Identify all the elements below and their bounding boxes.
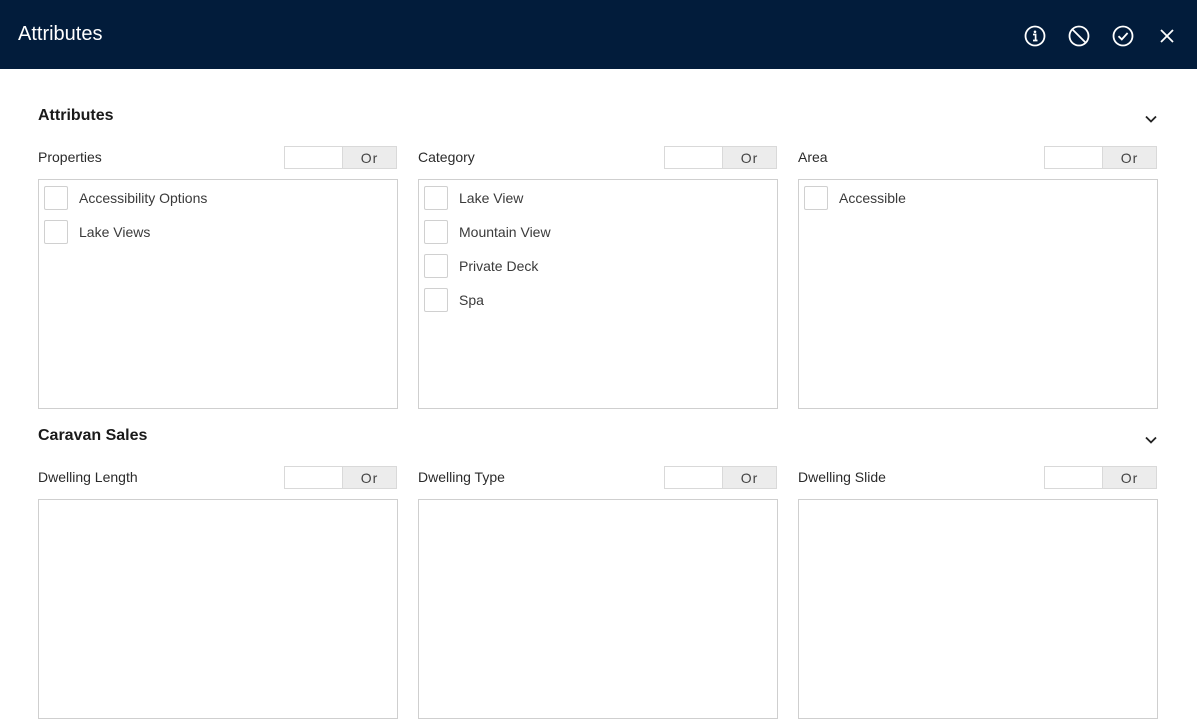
confirm-button[interactable] <box>1111 23 1135 49</box>
chevron-down-icon <box>1145 436 1157 444</box>
toggle-dwelling-type-and-or[interactable]: Or <box>664 466 777 489</box>
checkbox-label: Private Deck <box>459 258 539 274</box>
list-item[interactable]: Mountain View <box>424 219 551 245</box>
checkbox[interactable] <box>424 288 448 312</box>
toggle-properties-and-or[interactable]: Or <box>284 146 397 169</box>
list-item[interactable]: Spa <box>424 287 484 313</box>
header-actions <box>1023 23 1179 49</box>
check-icon <box>1112 25 1134 47</box>
checkbox-label: Accessibility Options <box>79 190 208 206</box>
checkbox[interactable] <box>424 186 448 210</box>
checkbox[interactable] <box>44 220 68 244</box>
list-item[interactable]: Lake Views <box>44 219 150 245</box>
checkbox[interactable] <box>424 220 448 244</box>
toggle-dwelling-slide-and-or[interactable]: Or <box>1044 466 1157 489</box>
section-collapse-attributes[interactable] <box>1142 110 1160 128</box>
field-label-dwelling-length: Dwelling Length <box>38 469 138 485</box>
cancel-button[interactable] <box>1067 23 1091 49</box>
toggle-option-and[interactable] <box>665 467 722 488</box>
toggle-option-or[interactable]: Or <box>342 467 396 488</box>
field-label-area: Area <box>798 149 828 165</box>
list-item[interactable]: Accessibility Options <box>44 185 207 211</box>
section-title-caravan-sales: Caravan Sales <box>38 427 148 444</box>
list-category: Lake View Mountain View Private Deck Spa <box>418 179 778 409</box>
toggle-option-and[interactable] <box>1045 147 1102 168</box>
toggle-category-and-or[interactable]: Or <box>664 146 777 169</box>
checkbox[interactable] <box>804 186 828 210</box>
field-label-category: Category <box>418 149 475 165</box>
cancel-icon <box>1068 25 1090 47</box>
toggle-option-or[interactable]: Or <box>1102 467 1156 488</box>
list-item[interactable]: Accessible <box>804 185 906 211</box>
field-label-properties: Properties <box>38 149 102 165</box>
checkbox-label: Accessible <box>839 190 906 206</box>
section-title-attributes: Attributes <box>38 107 114 124</box>
toggle-option-or[interactable]: Or <box>722 147 776 168</box>
toggle-option-and[interactable] <box>665 147 722 168</box>
list-item[interactable]: Lake View <box>424 185 523 211</box>
field-label-dwelling-type: Dwelling Type <box>418 469 505 485</box>
checkbox-label: Mountain View <box>459 224 551 240</box>
dialog-title: Attributes <box>18 23 103 45</box>
toggle-area-and-or[interactable]: Or <box>1044 146 1157 169</box>
toggle-option-or[interactable]: Or <box>722 467 776 488</box>
section-collapse-caravan-sales[interactable] <box>1142 431 1160 449</box>
list-dwelling-slide <box>798 499 1158 719</box>
checkbox[interactable] <box>44 186 68 210</box>
chevron-down-icon <box>1145 115 1157 123</box>
toggle-option-or[interactable]: Or <box>1102 147 1156 168</box>
info-icon <box>1024 25 1046 47</box>
toggle-option-and[interactable] <box>285 467 342 488</box>
list-properties: Accessibility Options Lake Views <box>38 179 398 409</box>
toggle-dwelling-length-and-or[interactable]: Or <box>284 466 397 489</box>
list-item[interactable]: Private Deck <box>424 253 538 279</box>
toggle-option-or[interactable]: Or <box>342 147 396 168</box>
checkbox-label: Lake Views <box>79 224 151 240</box>
checkbox-label: Lake View <box>459 190 524 206</box>
checkbox[interactable] <box>424 254 448 278</box>
list-dwelling-type <box>418 499 778 719</box>
list-area: Accessible <box>798 179 1158 409</box>
toggle-option-and[interactable] <box>285 147 342 168</box>
dialog-header: Attributes <box>0 0 1197 69</box>
field-label-dwelling-slide: Dwelling Slide <box>798 469 886 485</box>
checkbox-label: Spa <box>459 292 484 308</box>
close-icon <box>1160 29 1174 43</box>
info-button[interactable] <box>1023 23 1047 49</box>
toggle-option-and[interactable] <box>1045 467 1102 488</box>
list-dwelling-length <box>38 499 398 719</box>
close-button[interactable] <box>1155 23 1179 49</box>
